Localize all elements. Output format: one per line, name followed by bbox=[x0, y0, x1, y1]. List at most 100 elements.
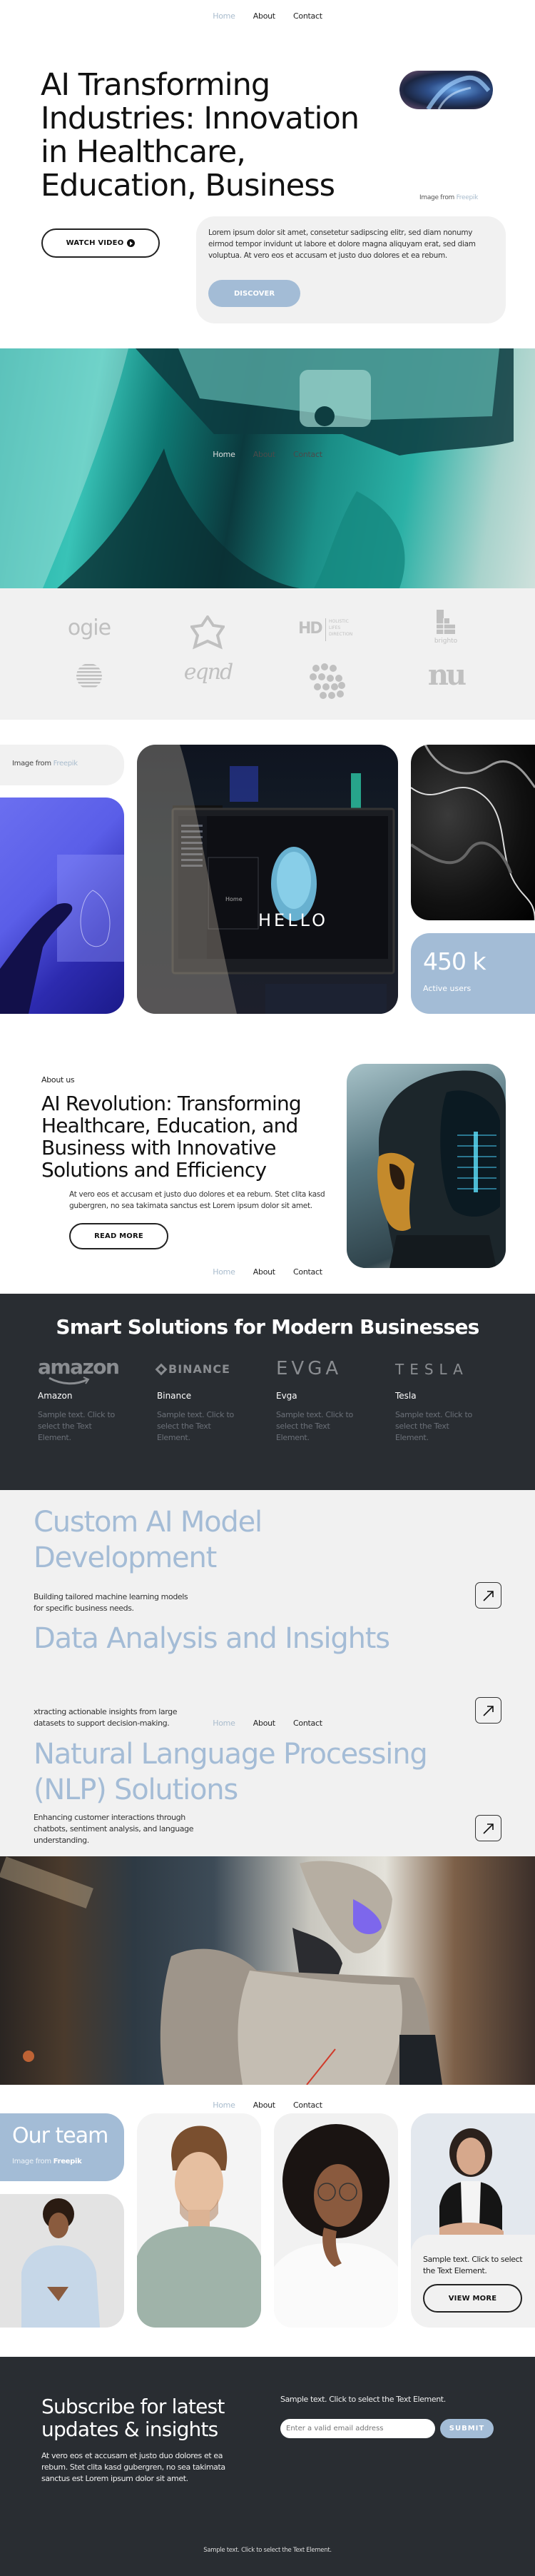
view-more-label: VIEW MORE bbox=[448, 2294, 497, 2303]
brand-evga: EVGA Evga Sample text. Click to select t… bbox=[276, 1355, 383, 1444]
vr-headset-banner-image: Home About Contact bbox=[0, 348, 535, 588]
watch-video-label: WATCH VIDEO bbox=[66, 239, 124, 247]
nav-home[interactable]: Home bbox=[213, 2100, 235, 2110]
brand-desc: Sample text. Click to select the Text El… bbox=[157, 1410, 234, 1442]
arrow-up-right-icon bbox=[482, 1823, 494, 1834]
logo-eqnd: eqnd bbox=[183, 660, 233, 685]
services-nav: Home About Contact bbox=[0, 1719, 535, 1728]
team-info-card: Sample text. Click to select the Text El… bbox=[411, 2235, 535, 2328]
arrow-up-right-icon bbox=[482, 1705, 494, 1716]
brand-tesla: TESLA Tesla Sample text. Click to select… bbox=[395, 1355, 502, 1444]
stat-label: Active users bbox=[423, 984, 472, 993]
brand-desc: Sample text. Click to select the Text El… bbox=[276, 1410, 353, 1442]
team-member-photo bbox=[137, 2113, 261, 2328]
brand-name: Binance bbox=[157, 1391, 192, 1401]
brand-name: Evga bbox=[276, 1391, 297, 1401]
logo-star-flower-icon bbox=[189, 614, 226, 650]
about-nav: Home About Contact bbox=[0, 1267, 535, 1277]
nav-contact[interactable]: Contact bbox=[293, 450, 322, 459]
binance-diamond-icon bbox=[155, 1363, 168, 1376]
gallery-liquid-metal-image bbox=[411, 745, 535, 920]
nav-about[interactable]: About bbox=[253, 2100, 275, 2110]
logo-ogie: ogie bbox=[67, 615, 111, 640]
subscribe-title: Subscribe for latest updates & insights bbox=[41, 2395, 225, 2441]
team-nav: Home About Contact bbox=[0, 2100, 535, 2110]
about-robot-helmet-image bbox=[347, 1064, 506, 1268]
nav-home[interactable]: Home bbox=[213, 1719, 235, 1728]
subscribe-text: At vero eos et accusam et justo duo dolo… bbox=[41, 2451, 225, 2483]
stat-value: 450 k bbox=[423, 947, 486, 975]
hero-info-card: Lorem ipsum dolor sit amet, consetetur s… bbox=[196, 216, 506, 323]
submit-button[interactable]: SUBMIT bbox=[440, 2419, 494, 2438]
hero-title-line: in Healthcare, bbox=[41, 134, 246, 170]
nav-home[interactable]: Home bbox=[213, 1267, 235, 1277]
about-title: AI Revolution: Transforming Healthcare, … bbox=[41, 1092, 302, 1182]
service-desc: Building tailored machine learning model… bbox=[34, 1592, 188, 1613]
arrow-up-right-icon bbox=[482, 1590, 494, 1601]
brand-name: Tesla bbox=[395, 1391, 417, 1401]
our-team-card: Our team Image from Freepik bbox=[0, 2113, 124, 2181]
amazon-logo-text: amazon bbox=[38, 1355, 120, 1379]
read-more-label: READ MORE bbox=[94, 1232, 143, 1240]
service-arrow-button[interactable] bbox=[475, 1815, 501, 1841]
credit-prefix: Image from bbox=[419, 194, 454, 201]
gallery-ai-computer-image: Home HELLO bbox=[137, 745, 398, 1014]
service-title: Custom AI Model Development bbox=[34, 1506, 263, 1574]
nav-about[interactable]: About bbox=[253, 450, 275, 459]
services-section: Custom AI Model Development Building tai… bbox=[0, 1490, 535, 1856]
watch-video-button[interactable]: WATCH VIDEO bbox=[41, 228, 160, 258]
service-title: Natural Language Processing (NLP) Soluti… bbox=[34, 1738, 428, 1806]
nav-home[interactable]: Home bbox=[213, 11, 235, 21]
top-nav: Home About Contact bbox=[0, 11, 535, 21]
view-more-button[interactable]: VIEW MORE bbox=[423, 2284, 522, 2313]
read-more-button[interactable]: READ MORE bbox=[69, 1223, 168, 1249]
service-arrow-button[interactable] bbox=[475, 1582, 501, 1609]
credit-prefix: Image from bbox=[12, 2158, 51, 2165]
hero-image-credit: Image from Freepik bbox=[419, 194, 478, 201]
hd-sub: DIRECTION bbox=[329, 632, 353, 637]
nav-home[interactable]: Home bbox=[213, 450, 235, 459]
freepik-link[interactable]: Freepik bbox=[54, 2158, 82, 2165]
robot-banner-image bbox=[0, 1856, 535, 2085]
amazon-logo: amazon bbox=[38, 1355, 145, 1385]
overlay-nav-home[interactable]: Home bbox=[225, 896, 243, 902]
hd-sub: HOLISTIC bbox=[329, 619, 349, 624]
logo-dots-wave-icon bbox=[309, 663, 346, 700]
logo-nu: nu bbox=[427, 658, 467, 692]
submit-label: SUBMIT bbox=[449, 2425, 485, 2432]
email-input[interactable] bbox=[280, 2419, 435, 2438]
about-eyebrow: About us bbox=[41, 1075, 75, 1085]
freepik-link[interactable]: Freepik bbox=[54, 760, 78, 768]
tesla-logo: TESLA bbox=[395, 1361, 469, 1378]
hero-title-line: Education, Business bbox=[41, 168, 335, 203]
nav-contact[interactable]: Contact bbox=[293, 11, 322, 21]
team-member-photo bbox=[274, 2113, 398, 2328]
nav-contact[interactable]: Contact bbox=[293, 2100, 322, 2110]
nav-contact[interactable]: Contact bbox=[293, 1719, 322, 1728]
partner-logos-section: ogie HD HOLISTIC LIFES DIRECTION brighto… bbox=[0, 588, 535, 720]
brand-desc: Sample text. Click to select the Text El… bbox=[38, 1410, 115, 1442]
play-icon bbox=[127, 239, 136, 247]
discover-button[interactable]: DISCOVER bbox=[208, 280, 300, 307]
discover-label: DISCOVER bbox=[233, 289, 275, 298]
hello-text: HELLO bbox=[258, 910, 328, 930]
brand-name: Amazon bbox=[38, 1391, 73, 1401]
binance-logo-text: BINANCE bbox=[168, 1362, 230, 1376]
hero-title-line: Industries: Innovation bbox=[41, 101, 360, 136]
overlay-nav: Home About Contact bbox=[0, 450, 535, 459]
hero-card-text: Lorem ipsum dolor sit amet, consetetur s… bbox=[208, 228, 476, 260]
nav-contact[interactable]: Contact bbox=[293, 1267, 322, 1277]
service-desc: Enhancing customer interactions through … bbox=[34, 1813, 194, 1845]
freepik-link[interactable]: Freepik bbox=[457, 194, 479, 201]
brand-binance: BINANCE Binance Sample text. Click to se… bbox=[155, 1355, 264, 1444]
nav-about[interactable]: About bbox=[253, 1719, 275, 1728]
team-member-photo bbox=[0, 2194, 124, 2328]
logo-striped-circle-icon bbox=[76, 663, 103, 690]
subscribe-section: Subscribe for latest updates & insights … bbox=[0, 2357, 535, 2576]
subscribe-side-text: Sample text. Click to select the Text El… bbox=[280, 2395, 446, 2404]
nav-about[interactable]: About bbox=[253, 1267, 275, 1277]
nav-about[interactable]: About bbox=[253, 11, 275, 21]
team-card-text: Sample text. Click to select the Text El… bbox=[423, 2255, 523, 2275]
gallery-credit-card: Image from Freepik bbox=[0, 745, 124, 785]
logo-hd: HD HOLISTIC LIFES DIRECTION bbox=[298, 618, 355, 641]
